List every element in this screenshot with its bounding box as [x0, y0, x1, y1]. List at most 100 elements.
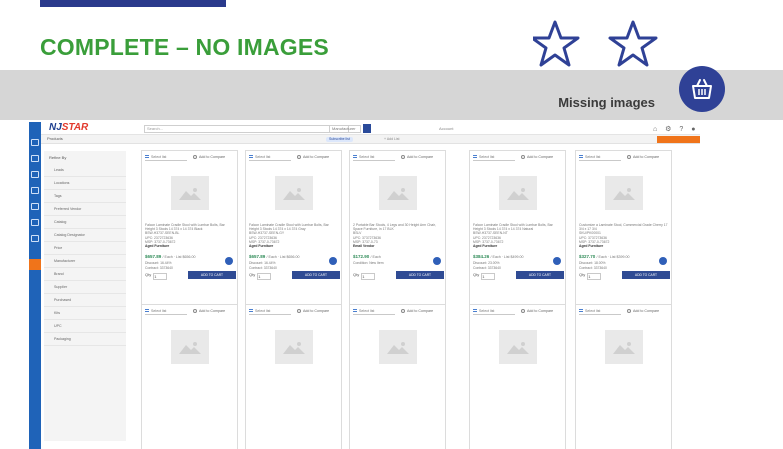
- qty-input[interactable]: 1: [153, 273, 168, 280]
- add-to-cart-button[interactable]: ADD TO CART: [516, 271, 564, 279]
- product-vendor: Aged Furniture: [473, 244, 498, 249]
- filter-item[interactable]: Packaging: [44, 333, 126, 346]
- subscribe-list-pill[interactable]: Subscribe list: [326, 137, 353, 142]
- compare-checkbox[interactable]: [521, 309, 525, 313]
- qty-input[interactable]: 1: [257, 273, 272, 280]
- card-controls: Select list Add to Compare: [579, 308, 668, 315]
- image-placeholder-icon: [507, 188, 529, 200]
- search-button[interactable]: [363, 124, 371, 133]
- list-icon[interactable]: [31, 187, 39, 194]
- compare-checkbox[interactable]: [401, 309, 405, 313]
- orange-action-buttons[interactable]: [657, 136, 700, 143]
- home-icon[interactable]: [31, 139, 39, 146]
- filter-item[interactable]: Preferred Vendor: [44, 203, 126, 216]
- add-to-list-icon[interactable]: [553, 257, 561, 265]
- slide-title: COMPLETE – NO IMAGES: [40, 34, 329, 60]
- reports-icon[interactable]: [31, 219, 39, 226]
- add-to-compare[interactable]: Add to Compare: [401, 154, 433, 161]
- product-description[interactable]: Falcon Laminate Cradle Stool with Lumbar…: [249, 223, 339, 248]
- rail-active-item[interactable]: [29, 259, 41, 270]
- compare-checkbox[interactable]: [627, 309, 631, 313]
- qty-input[interactable]: 1: [481, 273, 496, 280]
- add-to-compare[interactable]: Add to Compare: [521, 308, 553, 315]
- select-list-dropdown[interactable]: Select list: [579, 154, 621, 161]
- price-value: $657.89: [249, 254, 266, 259]
- product-description[interactable]: Falcon Laminate Cradle Stool with Lumbar…: [473, 223, 563, 248]
- add-to-list-icon[interactable]: [659, 257, 667, 265]
- add-to-compare[interactable]: Add to Compare: [297, 308, 329, 315]
- product-description[interactable]: Falcon Laminate Cradle Stool with Lumbar…: [145, 223, 235, 248]
- add-to-list-icon[interactable]: [329, 257, 337, 265]
- compare-checkbox[interactable]: [193, 309, 197, 313]
- price-each: / Each · List $499.00: [490, 255, 524, 259]
- filter-item[interactable]: Leads: [44, 164, 126, 177]
- list-icon: [353, 309, 357, 312]
- product-card: Select list Add to Compare: [245, 304, 342, 449]
- filter-item[interactable]: UPC: [44, 320, 126, 333]
- search-icon[interactable]: [31, 155, 39, 162]
- filter-item[interactable]: Price: [44, 242, 126, 255]
- add-to-cart-button[interactable]: ADD TO CART: [292, 271, 340, 279]
- select-list-dropdown[interactable]: Select list: [249, 154, 291, 161]
- select-list-dropdown[interactable]: Select list: [249, 308, 291, 315]
- select-list-dropdown[interactable]: Select list: [145, 308, 187, 315]
- filter-item[interactable]: Purchased: [44, 294, 126, 307]
- search-input[interactable]: Search...: [144, 125, 349, 133]
- add-list-pill[interactable]: + Add List: [381, 137, 403, 142]
- price-each: / Each: [370, 255, 381, 259]
- filter-item[interactable]: Tags: [44, 190, 126, 203]
- compare-checkbox[interactable]: [521, 155, 525, 159]
- account-link[interactable]: Account: [439, 126, 453, 131]
- compare-checkbox[interactable]: [297, 309, 301, 313]
- product-title[interactable]: Falcon Laminate Cradle Stool with Lumbar…: [249, 223, 339, 231]
- orders-icon[interactable]: [31, 203, 39, 210]
- compare-checkbox[interactable]: [297, 155, 301, 159]
- product-title[interactable]: 2 Portable Bar Stools, 4 Legs and 30 Hei…: [353, 223, 443, 231]
- add-to-compare[interactable]: Add to Compare: [627, 154, 659, 161]
- add-to-compare[interactable]: Add to Compare: [297, 154, 329, 161]
- image-placeholder: [499, 176, 537, 210]
- product-description[interactable]: 2 Portable Bar Stools, 4 Legs and 30 Hei…: [353, 223, 443, 248]
- breadcrumb[interactable]: Products: [47, 136, 63, 141]
- select-list-dropdown[interactable]: Select list: [145, 154, 187, 161]
- add-to-cart-button[interactable]: ADD TO CART: [622, 271, 670, 279]
- rating-stars: [533, 20, 658, 67]
- select-list-dropdown[interactable]: Select list: [473, 308, 515, 315]
- product-description[interactable]: Customize a Laminate Stool, Commercial G…: [579, 223, 669, 248]
- select-list-dropdown[interactable]: Select list: [353, 308, 395, 315]
- filter-item[interactable]: Supplier: [44, 281, 126, 294]
- app-logo[interactable]: NJSTAR: [49, 122, 88, 133]
- product-title[interactable]: Falcon Laminate Cradle Stool with Lumbar…: [473, 223, 563, 231]
- add-to-list-icon[interactable]: [433, 257, 441, 265]
- filter-item[interactable]: Catalog: [44, 216, 126, 229]
- add-to-compare[interactable]: Add to Compare: [193, 154, 225, 161]
- topbar-icons[interactable]: ⌂ ⚙ ? ●: [653, 125, 698, 133]
- select-list-dropdown[interactable]: Select list: [353, 154, 395, 161]
- select-list-dropdown[interactable]: Select list: [579, 308, 621, 315]
- product-title[interactable]: Customize a Laminate Stool, Commercial G…: [579, 223, 669, 231]
- filter-item[interactable]: Manufacturer: [44, 255, 126, 268]
- filter-item[interactable]: Brand: [44, 268, 126, 281]
- add-to-compare[interactable]: Add to Compare: [627, 308, 659, 315]
- add-to-compare[interactable]: Add to Compare: [401, 308, 433, 315]
- qty-input[interactable]: 1: [587, 273, 602, 280]
- image-placeholder: [379, 176, 417, 210]
- filter-item[interactable]: Kits: [44, 307, 126, 320]
- add-to-cart-button[interactable]: ADD TO CART: [396, 271, 444, 279]
- compare-checkbox[interactable]: [627, 155, 631, 159]
- compare-checkbox[interactable]: [193, 155, 197, 159]
- product-title[interactable]: Falcon Laminate Cradle Stool with Lumbar…: [145, 223, 235, 231]
- qty-input[interactable]: 1: [361, 273, 376, 280]
- add-to-cart-button[interactable]: ADD TO CART: [188, 271, 236, 279]
- select-list-dropdown[interactable]: Select list: [473, 154, 515, 161]
- compare-checkbox[interactable]: [401, 155, 405, 159]
- add-to-list-icon[interactable]: [225, 257, 233, 265]
- filter-item[interactable]: Locations: [44, 177, 126, 190]
- add-to-compare[interactable]: Add to Compare: [193, 308, 225, 315]
- add-to-compare[interactable]: Add to Compare: [521, 154, 553, 161]
- cart-icon[interactable]: [31, 171, 39, 178]
- settings-icon[interactable]: [31, 235, 39, 242]
- manufacturer-select[interactable]: Manufacturer: [329, 125, 361, 133]
- filter-item[interactable]: Catalog Designator: [44, 229, 126, 242]
- image-placeholder: [171, 176, 209, 210]
